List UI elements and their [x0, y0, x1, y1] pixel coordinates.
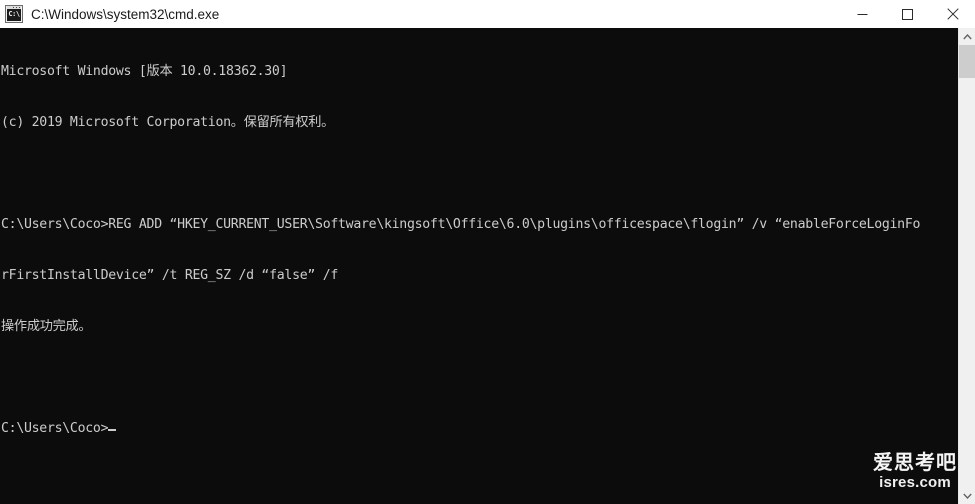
- minimize-button[interactable]: [840, 0, 885, 28]
- console-line: (c) 2019 Microsoft Corporation。保留所有权利。: [1, 115, 335, 130]
- chevron-down-icon: [962, 493, 972, 499]
- scroll-up-button[interactable]: [959, 28, 975, 45]
- title-bar-left: C:\ C:\Windows\system32\cmd.exe: [0, 5, 840, 23]
- console-line-command-wrap: rFirstInstallDevice” /t REG_SZ /d “false…: [1, 268, 339, 283]
- icon-prompt-text: C:\: [7, 9, 21, 21]
- window-title: C:\Windows\system32\cmd.exe: [31, 6, 220, 22]
- maximize-icon: [902, 8, 913, 20]
- cmd-console-icon: C:\: [5, 5, 23, 23]
- chevron-up-icon: [962, 33, 972, 39]
- console-text: Microsoft Windows [版本 10.0.18362.30] (c)…: [0, 28, 958, 471]
- console-prompt: C:\Users\Coco>: [1, 421, 109, 436]
- watermark-en: isres.com: [879, 474, 951, 491]
- minimize-icon: [857, 13, 868, 15]
- title-bar[interactable]: C:\ C:\Windows\system32\cmd.exe: [0, 0, 975, 28]
- console-line: Microsoft Windows [版本 10.0.18362.30]: [1, 64, 288, 79]
- console-output-area[interactable]: Microsoft Windows [版本 10.0.18362.30] (c)…: [0, 28, 958, 504]
- console-line-command: C:\Users\Coco>REG ADD “HKEY_CURRENT_USER…: [1, 217, 921, 232]
- scroll-down-button[interactable]: [959, 487, 975, 504]
- watermark-cn: 爱思考吧: [873, 450, 957, 474]
- cmd-window: C:\ C:\Windows\system32\cmd.exe Microsof…: [0, 0, 975, 504]
- scrollbar-thumb[interactable]: [959, 45, 975, 78]
- maximize-button[interactable]: [885, 0, 930, 28]
- watermark: 爱思考吧 isres.com: [873, 450, 957, 492]
- vertical-scrollbar[interactable]: [958, 28, 975, 504]
- window-controls: [840, 0, 975, 28]
- console-line-result: 操作成功完成。: [1, 319, 92, 334]
- text-cursor: [108, 429, 117, 431]
- close-icon: [946, 8, 959, 20]
- close-button[interactable]: [930, 0, 975, 28]
- console-prompt-line: C:\Users\Coco>: [1, 420, 958, 437]
